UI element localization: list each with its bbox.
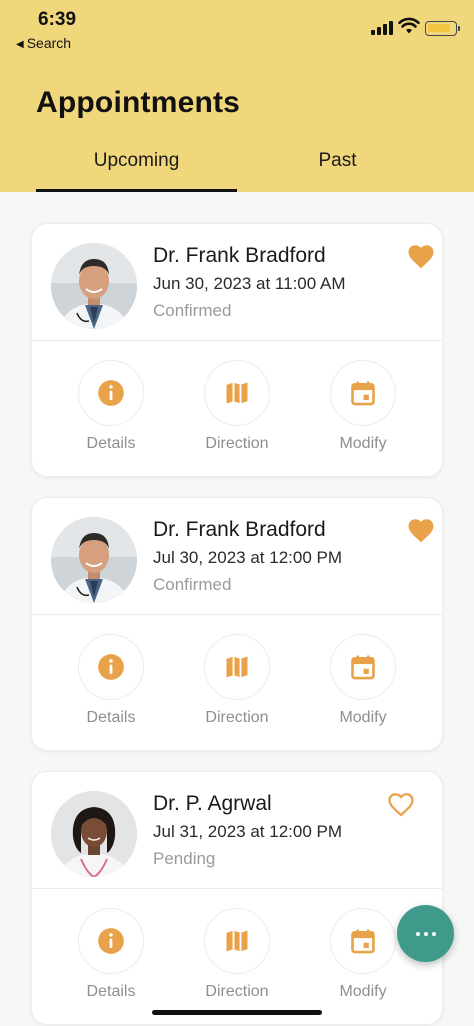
info-icon bbox=[98, 380, 124, 406]
back-arrow-icon: ◀ bbox=[16, 39, 24, 50]
card-divider bbox=[32, 888, 442, 889]
appointment-datetime: Jul 30, 2023 at 12:00 PM bbox=[153, 548, 343, 567]
map-icon bbox=[226, 656, 248, 678]
tab-past[interactable]: Past bbox=[237, 150, 438, 172]
heart-icon[interactable] bbox=[406, 242, 436, 272]
page-title: Appointments bbox=[36, 86, 241, 119]
back-label: Search bbox=[26, 35, 72, 51]
details-button[interactable]: Details bbox=[66, 360, 156, 453]
modify-label: Modify bbox=[339, 709, 387, 726]
appointment-card[interactable]: Dr. Frank Bradford Jun 30, 2023 at 11:00… bbox=[31, 223, 443, 477]
direction-label: Direction bbox=[205, 435, 269, 452]
clock: 6:39 bbox=[38, 9, 77, 30]
direction-button[interactable]: Direction bbox=[192, 634, 282, 727]
appointment-status: Confirmed bbox=[153, 301, 232, 320]
details-button[interactable]: Details bbox=[66, 634, 156, 727]
calendar-icon bbox=[351, 381, 375, 406]
appointment-status: Confirmed bbox=[153, 575, 232, 594]
calendar-icon bbox=[351, 655, 375, 680]
appointment-datetime: Jul 31, 2023 at 12:00 PM bbox=[153, 822, 343, 841]
map-icon bbox=[226, 930, 248, 952]
details-label: Details bbox=[86, 709, 136, 726]
info-icon bbox=[98, 928, 124, 954]
info-icon bbox=[98, 654, 124, 680]
map-icon bbox=[226, 382, 248, 404]
home-indicator[interactable] bbox=[152, 1010, 322, 1015]
more-options-button[interactable] bbox=[397, 905, 454, 962]
direction-label: Direction bbox=[205, 709, 269, 726]
heart-outline-icon[interactable] bbox=[386, 790, 416, 820]
back-to-search-link[interactable]: ◀ Search bbox=[16, 35, 71, 51]
status-bar: 6:39 ◀ Search bbox=[0, 0, 474, 56]
details-button[interactable]: Details bbox=[66, 908, 156, 1001]
appointment-status: Pending bbox=[153, 849, 216, 868]
heart-icon[interactable] bbox=[406, 516, 436, 546]
wifi-icon bbox=[398, 17, 420, 34]
appointment-datetime: Jun 30, 2023 at 11:00 AM bbox=[153, 274, 346, 293]
card-divider bbox=[32, 340, 442, 341]
cellular-signal-icon bbox=[371, 21, 393, 35]
modify-button[interactable]: Modify bbox=[318, 908, 408, 1001]
doctor-avatar bbox=[51, 791, 137, 877]
details-label: Details bbox=[86, 435, 136, 452]
modify-label: Modify bbox=[339, 435, 387, 452]
modify-button[interactable]: Modify bbox=[318, 634, 408, 727]
doctor-avatar bbox=[51, 517, 137, 603]
card-divider bbox=[32, 614, 442, 615]
battery-icon bbox=[425, 21, 460, 36]
doctor-name: Dr. Frank Bradford bbox=[153, 518, 326, 541]
direction-button[interactable]: Direction bbox=[192, 360, 282, 453]
appointment-card[interactable]: Dr. P. Agrwal Jul 31, 2023 at 12:00 PM P… bbox=[31, 771, 443, 1025]
calendar-icon bbox=[351, 929, 375, 954]
tab-upcoming[interactable]: Upcoming bbox=[36, 150, 237, 172]
modify-label: Modify bbox=[339, 983, 387, 1000]
more-icon bbox=[415, 931, 420, 936]
doctor-name: Dr. P. Agrwal bbox=[153, 792, 272, 815]
doctor-avatar bbox=[51, 243, 137, 329]
app-header: 6:39 ◀ Search Appointments Upcoming Past bbox=[0, 0, 474, 192]
active-tab-indicator bbox=[36, 189, 237, 192]
doctor-name: Dr. Frank Bradford bbox=[153, 244, 326, 267]
direction-button[interactable]: Direction bbox=[192, 908, 282, 1001]
direction-label: Direction bbox=[205, 983, 269, 1000]
modify-button[interactable]: Modify bbox=[318, 360, 408, 453]
appointment-card[interactable]: Dr. Frank Bradford Jul 30, 2023 at 12:00… bbox=[31, 497, 443, 751]
details-label: Details bbox=[86, 983, 136, 1000]
